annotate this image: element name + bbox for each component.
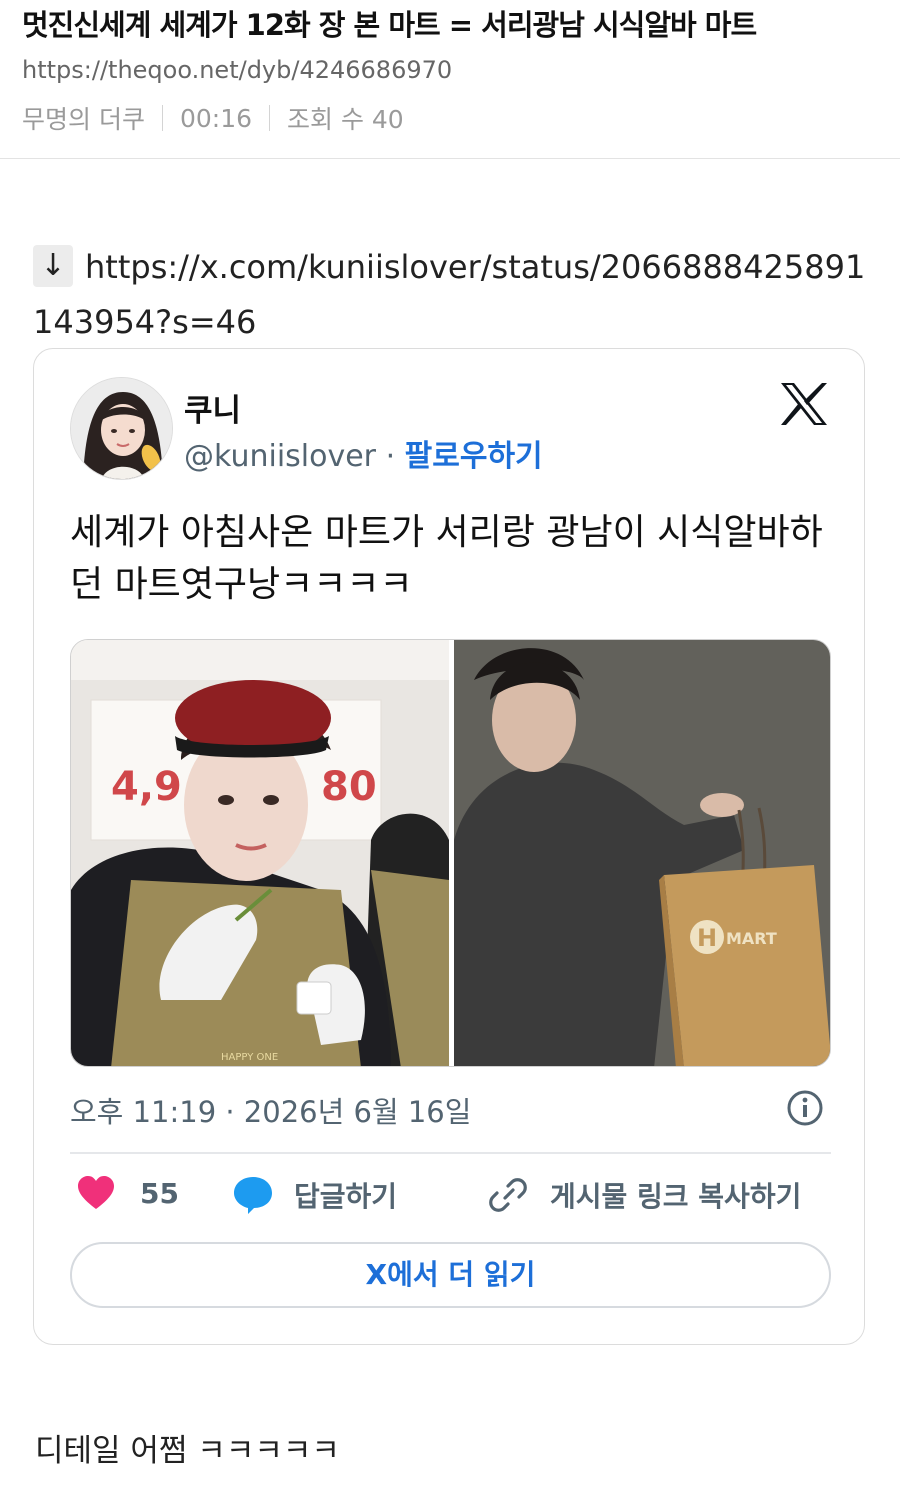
- meta-divider: [269, 105, 270, 131]
- post-author: 무명의 더쿠: [22, 105, 145, 134]
- price-sign-text: 4,9: [111, 764, 182, 810]
- speech-bubble-icon: [234, 1177, 272, 1214]
- avatar-image: [71, 378, 172, 479]
- tweet-timestamp[interactable]: 오후 11:19 · 2026년 6월 16일: [70, 1089, 471, 1131]
- link-icon: [489, 1178, 527, 1212]
- apron-text: HAPPY ONE: [221, 1052, 278, 1063]
- post-url[interactable]: https://theqoo.net/dyb/4246686970: [22, 56, 452, 84]
- post-title: 멋진신세계 세계가 12화 장 본 마트 = 서리광남 시식알바 마트: [22, 8, 757, 42]
- tweet-actions: 55 답글하기 게시물 링크 복사하기: [70, 1175, 831, 1219]
- bag-logo-letter: H: [697, 924, 717, 952]
- copy-link-label: 게시물 링크 복사하기: [550, 1180, 802, 1213]
- tweet-text: 세계가 아침사온 마트가 서리랑 광남이 시식알바하던 마트엿구낭ㅋㅋㅋㅋ: [70, 512, 823, 605]
- down-arrow-icon: ↓: [33, 245, 73, 287]
- tweet-media[interactable]: 4,9 80 HAPPY ONE H MART: [70, 639, 831, 1067]
- bag-logo-text: MART: [726, 929, 777, 948]
- tweet-divider: [70, 1152, 831, 1154]
- tweet-source-link[interactable]: ↓ https://x.com/kuniislover/status/206688…: [33, 240, 873, 350]
- tweet-embed-card: 쿠니 @kuniislover · 팔로우하기 세계가 아침사온 마트가 서리랑…: [33, 348, 865, 1345]
- copy-link-button[interactable]: 게시물 링크 복사하기: [488, 1175, 801, 1215]
- info-icon[interactable]: [786, 1089, 824, 1127]
- meta-divider: [161, 105, 163, 131]
- tweet-handle-line: @kuniislover · 팔로우하기: [184, 431, 543, 475]
- tweet-handle[interactable]: @kuniislover: [184, 439, 376, 474]
- x-logo-icon[interactable]: [778, 381, 830, 427]
- tweet-photo-right[interactable]: H MART: [454, 640, 831, 1067]
- comment-text: 디테일 어쩜 ㅋㅋㅋㅋㅋ: [35, 1433, 340, 1469]
- avatar[interactable]: [70, 377, 173, 480]
- tweet-author-name[interactable]: 쿠니: [184, 385, 241, 430]
- handle-separator: ·: [385, 439, 396, 474]
- follow-button[interactable]: 팔로우하기: [405, 439, 543, 474]
- tweet-photo-left[interactable]: 4,9 80 HAPPY ONE: [71, 640, 449, 1067]
- reply-button[interactable]: 답글하기: [232, 1175, 397, 1215]
- like-count: 55: [140, 1176, 179, 1210]
- like-button[interactable]: 55: [76, 1175, 179, 1211]
- read-more-button[interactable]: X에서 더 읽기: [70, 1242, 831, 1308]
- post-header: 멋진신세계 세계가 12화 장 본 마트 = 서리광남 시식알바 마트 http…: [0, 0, 900, 159]
- post-views: 조회 수 40: [287, 105, 404, 134]
- tweet-source-url[interactable]: https://x.com/kuniislover/status/2066888…: [33, 248, 865, 341]
- post-time: 00:16: [179, 103, 252, 133]
- reply-label: 답글하기: [294, 1180, 398, 1213]
- price-sign-text-2: 80: [321, 764, 377, 810]
- post-meta: 무명의 더쿠 00:16 조회 수 40: [22, 100, 404, 136]
- heart-icon: [78, 1176, 114, 1209]
